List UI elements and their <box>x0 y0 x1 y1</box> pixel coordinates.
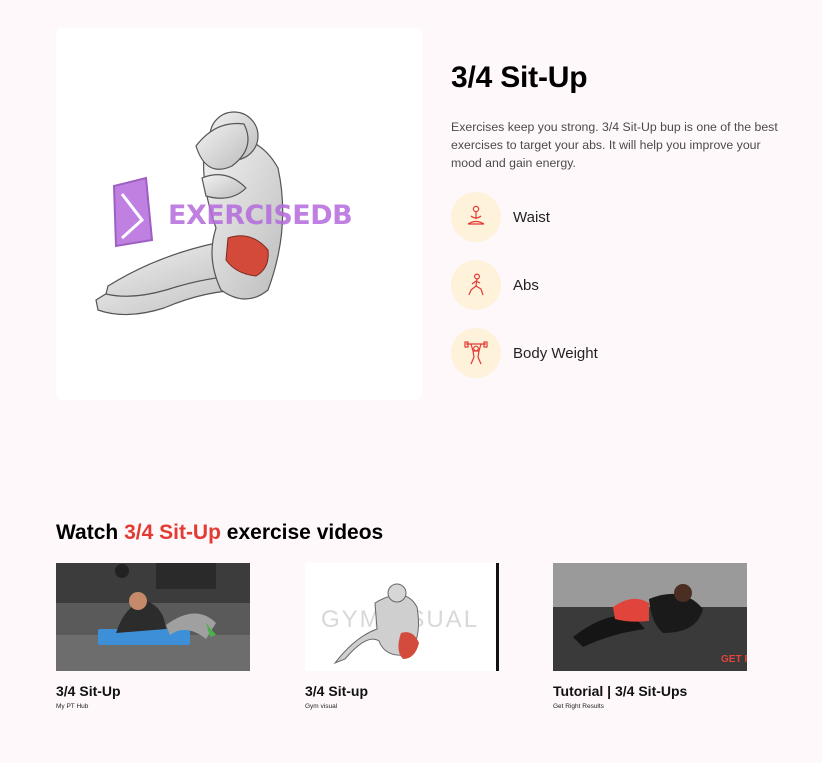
weightlifter-icon <box>451 328 501 378</box>
detail-chip-label: Body Weight <box>513 344 598 362</box>
detail-chip-body-weight[interactable]: Body Weight <box>451 328 791 378</box>
video-title[interactable]: 3/4 Sit-Up <box>56 683 250 700</box>
videos-title-exercise: 3/4 Sit-Up <box>124 521 221 544</box>
detail-chip-label: Abs <box>513 276 539 294</box>
exercise-description: Exercises keep you strong. 3/4 Sit-Up bu… <box>451 120 778 170</box>
lunge-figure-icon <box>451 260 501 310</box>
video-watermark: GET R <box>721 654 747 665</box>
watermark-text: EXERCISEDB <box>168 200 352 231</box>
videos-section-title: Watch 3/4 Sit-Up exercise videos <box>56 520 383 546</box>
detail-chip-abs[interactable]: Abs <box>451 260 791 310</box>
video-channel: My PT Hub <box>56 703 89 710</box>
exercise-illustration: EXERCISEDB <box>95 111 353 316</box>
exercise-detail-panel: 3/4 Sit-Up Exercises keep you strong. 3/… <box>451 60 791 378</box>
video-thumbnail[interactable] <box>56 563 250 671</box>
video-thumbnail[interactable]: GET R <box>553 563 747 671</box>
detail-chip-waist[interactable]: Waist <box>451 192 791 242</box>
video-title[interactable]: 3/4 Sit-up <box>305 683 499 700</box>
video-card[interactable]: GYMVISUAL 3/4 Sit-up Gym visual <box>305 563 499 710</box>
exercise-image-card: EXERCISEDB <box>56 28 422 400</box>
exercise-title: 3/4 Sit-Up <box>451 61 588 94</box>
video-card[interactable]: GET R Tutorial | 3/4 Sit-Ups Get Right R… <box>553 563 747 710</box>
meditation-icon <box>451 192 501 242</box>
videos-title-prefix: Watch <box>56 521 119 544</box>
video-thumbnail[interactable]: GYMVISUAL <box>305 563 499 671</box>
video-channel: Get Right Results <box>553 703 604 710</box>
detail-chip-label: Waist <box>513 208 550 226</box>
videos-title-suffix: exercise videos <box>226 521 384 544</box>
video-title[interactable]: Tutorial | 3/4 Sit-Ups <box>553 683 747 700</box>
video-card[interactable]: 3/4 Sit-Up My PT Hub <box>56 563 250 710</box>
video-channel: Gym visual <box>305 703 338 710</box>
